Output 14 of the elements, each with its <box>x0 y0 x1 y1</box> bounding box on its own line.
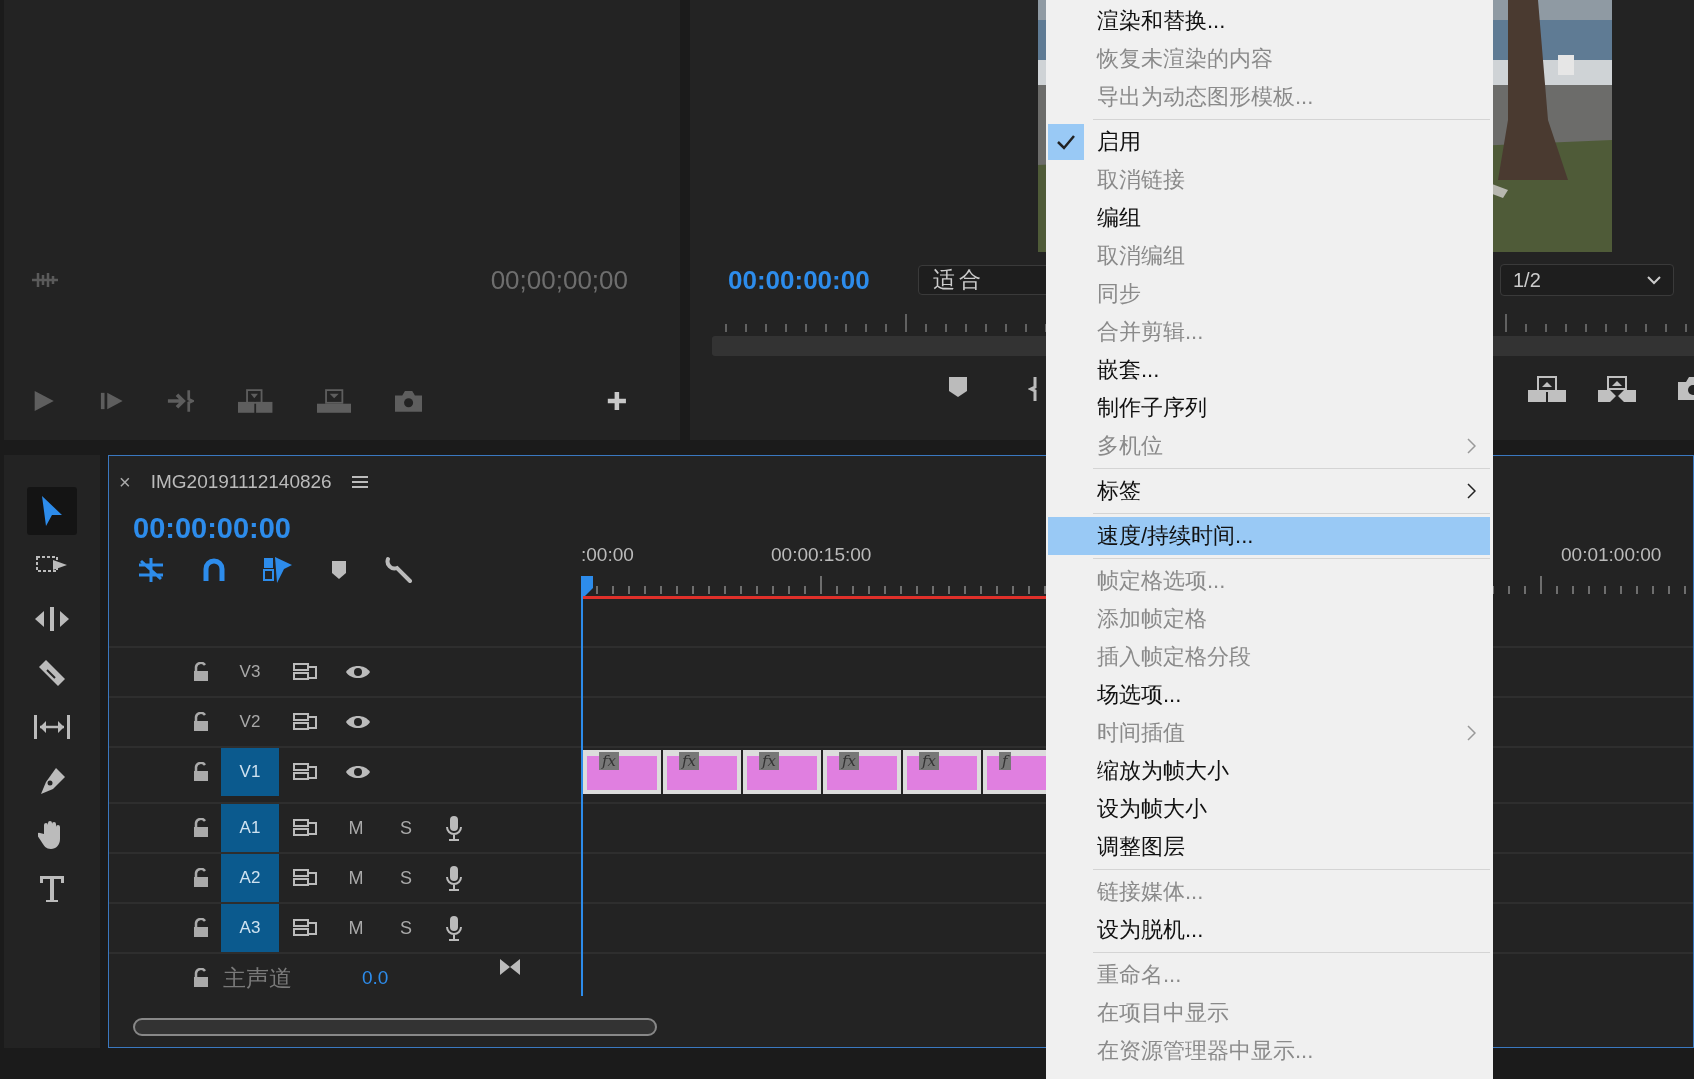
ruler-time-label: :00:00 <box>581 544 634 566</box>
fx-badge: fx <box>919 752 939 770</box>
timeline-timecode: 00:00:00:00 <box>132 511 292 546</box>
fx-badge: fx <box>839 752 859 770</box>
resolution-value: 1/2 <box>1513 268 1541 292</box>
master-track-label: 主声道 <box>223 963 292 993</box>
ruler-time-label: 00:00:15:00 <box>771 544 872 566</box>
source-timecode: 00;00;00;00 <box>490 264 628 296</box>
ruler-time-label: 00:01:00:00 <box>1561 544 1662 566</box>
fx-badge: f <box>999 752 1011 770</box>
program-timecode: 00:00:00:00 <box>728 264 870 296</box>
fx-badge: fx <box>759 752 779 770</box>
fx-badge: fx <box>679 752 699 770</box>
fx-badge: fx <box>599 752 619 770</box>
